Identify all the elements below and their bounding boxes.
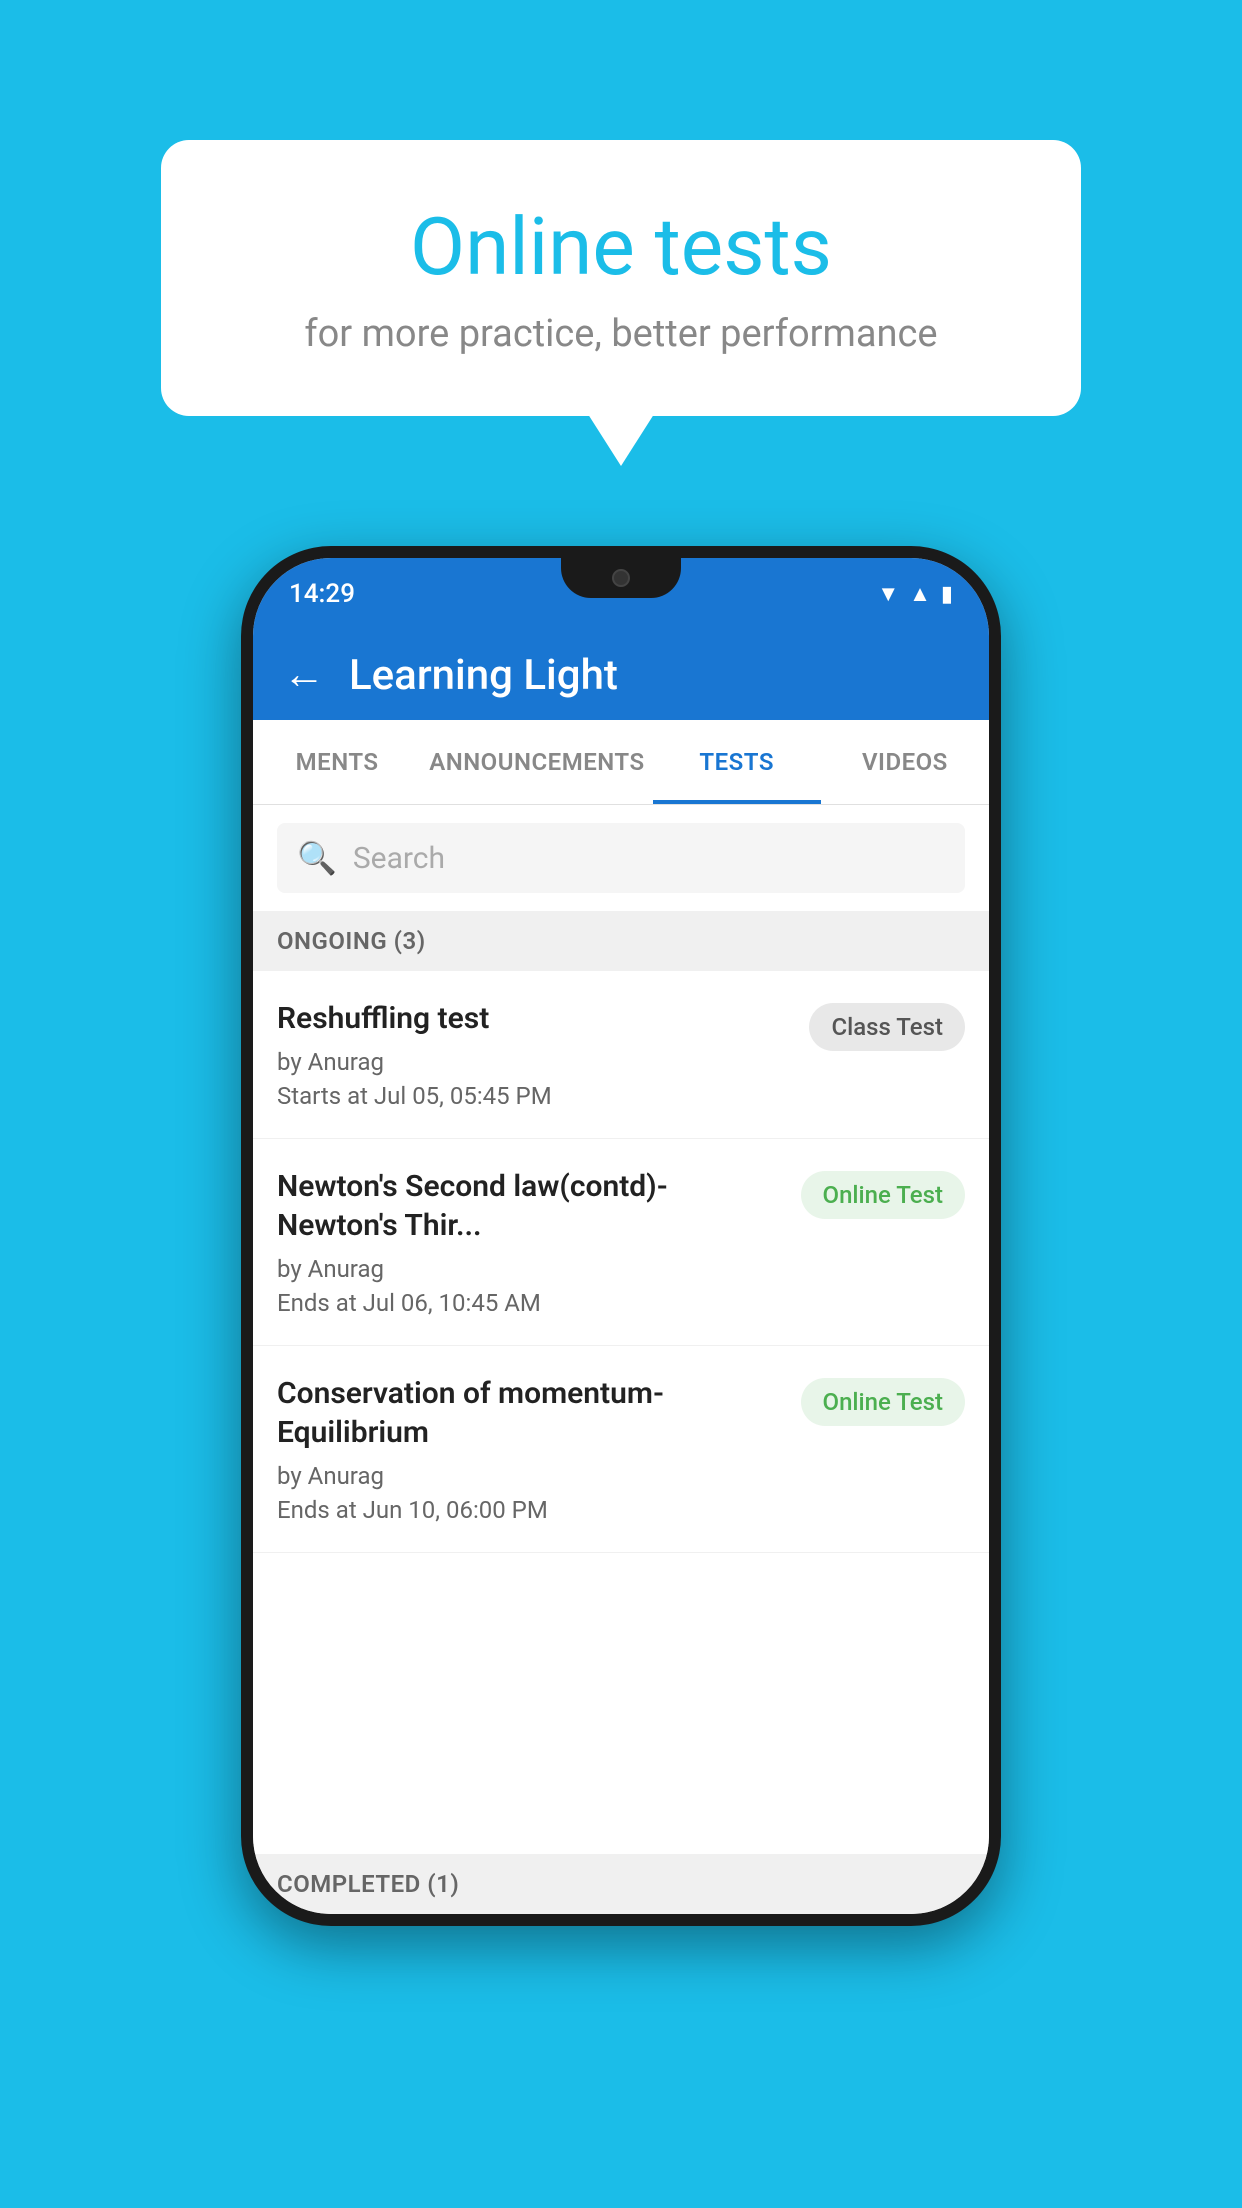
test-info: Reshuffling test by Anurag Starts at Jul…: [277, 999, 793, 1110]
tab-ments[interactable]: MENTS: [253, 720, 421, 804]
test-item[interactable]: Reshuffling test by Anurag Starts at Jul…: [253, 971, 989, 1139]
phone-frame: 14:29 ▼ ▲ ▮ ← Learning Light MENTS ANNOU…: [241, 546, 1001, 1926]
test-time: Ends at Jul 06, 10:45 AM: [277, 1289, 785, 1317]
status-icons: ▼ ▲ ▮: [877, 581, 953, 607]
test-by: by Anurag: [277, 1048, 793, 1076]
tab-videos[interactable]: VIDEOS: [821, 720, 989, 804]
test-info: Conservation of momentum-Equilibrium by …: [277, 1374, 785, 1524]
test-item[interactable]: Conservation of momentum-Equilibrium by …: [253, 1346, 989, 1553]
camera: [612, 569, 630, 587]
test-name: Conservation of momentum-Equilibrium: [277, 1374, 785, 1452]
test-list: Reshuffling test by Anurag Starts at Jul…: [253, 971, 989, 1854]
test-info: Newton's Second law(contd)-Newton's Thir…: [277, 1167, 785, 1317]
test-name: Newton's Second law(contd)-Newton's Thir…: [277, 1167, 785, 1245]
tab-announcements[interactable]: ANNOUNCEMENTS: [421, 720, 652, 804]
tabs-container: MENTS ANNOUNCEMENTS TESTS VIDEOS: [253, 720, 989, 805]
test-time: Ends at Jun 10, 06:00 PM: [277, 1496, 785, 1524]
test-by: by Anurag: [277, 1255, 785, 1283]
status-time: 14:29: [289, 579, 355, 609]
search-icon: 🔍: [297, 839, 337, 877]
test-item[interactable]: Newton's Second law(contd)-Newton's Thir…: [253, 1139, 989, 1346]
back-button[interactable]: ←: [283, 654, 325, 696]
bubble-title: Online tests: [231, 200, 1011, 294]
test-badge: Class Test: [809, 1003, 965, 1051]
tab-tests[interactable]: TESTS: [653, 720, 821, 804]
completed-section-label: COMPLETED (1): [253, 1854, 989, 1914]
app-header: ← Learning Light: [253, 630, 989, 720]
test-badge: Online Test: [801, 1378, 965, 1426]
ongoing-section-label: ONGOING (3): [253, 911, 989, 971]
phone-screen: 14:29 ▼ ▲ ▮ ← Learning Light MENTS ANNOU…: [253, 558, 989, 1914]
app-title: Learning Light: [349, 651, 618, 700]
search-input-wrapper[interactable]: 🔍 Search: [277, 823, 965, 893]
bubble-subtitle: for more practice, better performance: [231, 312, 1011, 356]
phone-wrapper: 14:29 ▼ ▲ ▮ ← Learning Light MENTS ANNOU…: [241, 546, 1001, 1926]
speech-bubble: Online tests for more practice, better p…: [161, 140, 1081, 416]
test-badge: Online Test: [801, 1171, 965, 1219]
wifi-icon: ▼: [877, 581, 899, 607]
battery-icon: ▮: [941, 582, 953, 607]
status-bar: 14:29 ▼ ▲ ▮: [253, 558, 989, 630]
test-by: by Anurag: [277, 1462, 785, 1490]
notch: [561, 558, 681, 598]
search-container: 🔍 Search: [253, 805, 989, 911]
test-name: Reshuffling test: [277, 999, 793, 1038]
signal-icon: ▲: [909, 581, 931, 607]
test-time: Starts at Jul 05, 05:45 PM: [277, 1082, 793, 1110]
search-input[interactable]: Search: [353, 841, 445, 876]
